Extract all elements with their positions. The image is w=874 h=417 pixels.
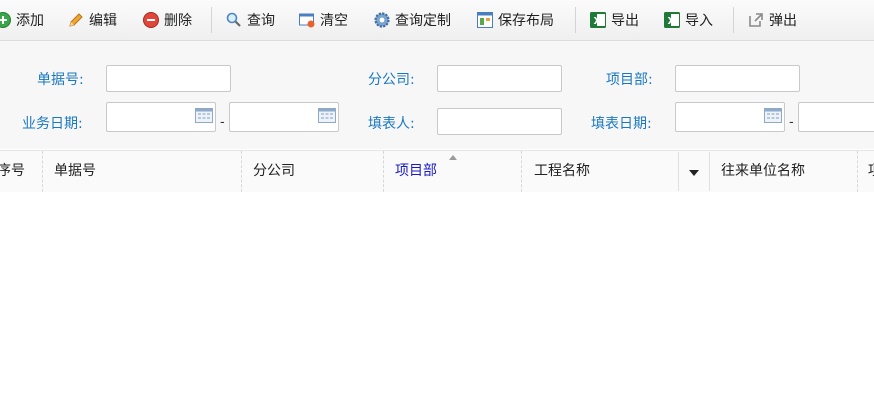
column-header-partial[interactable]: 项 <box>868 151 874 192</box>
excel-icon: X <box>589 11 607 29</box>
fill-date-end-input[interactable] <box>798 102 874 132</box>
import-button[interactable]: X 导入 <box>663 8 713 32</box>
delete-label: 删除 <box>164 13 192 29</box>
svg-text:X: X <box>594 16 602 27</box>
project-dept-label: 项目部: <box>606 72 653 88</box>
gear-icon <box>373 11 391 29</box>
plus-circle-icon <box>0 11 12 29</box>
column-header-branch[interactable]: 分公司 <box>253 151 373 192</box>
toolbar: 添加 编辑 删除 查询 清空 查询定制 保存布局 X 导出 X 导入 弹出 <box>0 0 874 41</box>
toolbar-separator <box>733 7 734 33</box>
search-icon <box>225 11 243 29</box>
calendar-icon[interactable] <box>318 108 336 123</box>
doc-no-label: 单据号: <box>37 72 84 88</box>
column-header-project-dept[interactable]: 项目部 <box>395 151 515 192</box>
project-dept-input[interactable] <box>675 65 800 92</box>
edit-label: 编辑 <box>89 13 117 29</box>
filler-input[interactable] <box>437 108 562 135</box>
chevron-down-icon <box>689 170 699 176</box>
external-link-icon <box>747 11 765 29</box>
popup-button[interactable]: 弹出 <box>747 8 797 32</box>
layout-icon <box>476 11 494 29</box>
clear-button[interactable]: 清空 <box>298 8 348 32</box>
column-divider[interactable] <box>241 151 242 192</box>
query-custom-label: 查询定制 <box>395 13 451 29</box>
filler-label: 填表人: <box>368 116 415 132</box>
svg-text:X: X <box>668 16 676 27</box>
date-range-dash: - <box>789 115 794 130</box>
column-divider[interactable] <box>521 151 522 192</box>
edit-button[interactable]: 编辑 <box>67 8 117 32</box>
column-menu-button[interactable] <box>678 152 710 191</box>
grid-header: 序号 单据号 分公司 项目部 工程名称 往来单位名称 项 <box>0 150 874 193</box>
grid-body <box>0 192 874 417</box>
column-header-partner-name[interactable]: 往来单位名称 <box>721 151 851 192</box>
query-button[interactable]: 查询 <box>225 8 275 32</box>
toolbar-separator <box>575 7 576 33</box>
calendar-icon[interactable] <box>195 108 213 123</box>
import-label: 导入 <box>685 13 713 29</box>
column-header-project-name[interactable]: 工程名称 <box>534 151 674 192</box>
date-range-dash: - <box>220 115 225 130</box>
column-divider[interactable] <box>383 151 384 192</box>
save-layout-label: 保存布局 <box>498 13 554 29</box>
branch-label: 分公司: <box>368 72 415 88</box>
branch-input[interactable] <box>437 65 562 92</box>
fill-date-label: 填表日期: <box>591 116 652 132</box>
query-form: 单据号: 分公司: 项目部: 业务日期: - 填表人: 填表日期: - <box>0 41 874 149</box>
column-divider[interactable] <box>857 151 858 192</box>
export-label: 导出 <box>611 13 639 29</box>
calendar-icon[interactable] <box>764 108 782 123</box>
pencil-icon <box>67 11 85 29</box>
add-label: 添加 <box>16 13 44 29</box>
export-button[interactable]: X 导出 <box>589 8 639 32</box>
column-divider[interactable] <box>42 151 43 192</box>
query-label: 查询 <box>247 13 275 29</box>
toolbar-separator <box>211 7 212 33</box>
minus-circle-icon <box>142 11 160 29</box>
query-custom-button[interactable]: 查询定制 <box>373 8 451 32</box>
column-header-doc-no[interactable]: 单据号 <box>54 151 234 192</box>
clear-window-icon <box>298 11 316 29</box>
popup-label: 弹出 <box>769 13 797 29</box>
add-button[interactable]: 添加 <box>0 8 44 32</box>
biz-date-label: 业务日期: <box>22 116 83 132</box>
clear-label: 清空 <box>320 13 348 29</box>
delete-button[interactable]: 删除 <box>142 8 192 32</box>
save-layout-button[interactable]: 保存布局 <box>476 8 554 32</box>
excel-icon: X <box>663 11 681 29</box>
doc-no-input[interactable] <box>106 65 231 92</box>
column-header-index[interactable]: 序号 <box>0 151 41 192</box>
